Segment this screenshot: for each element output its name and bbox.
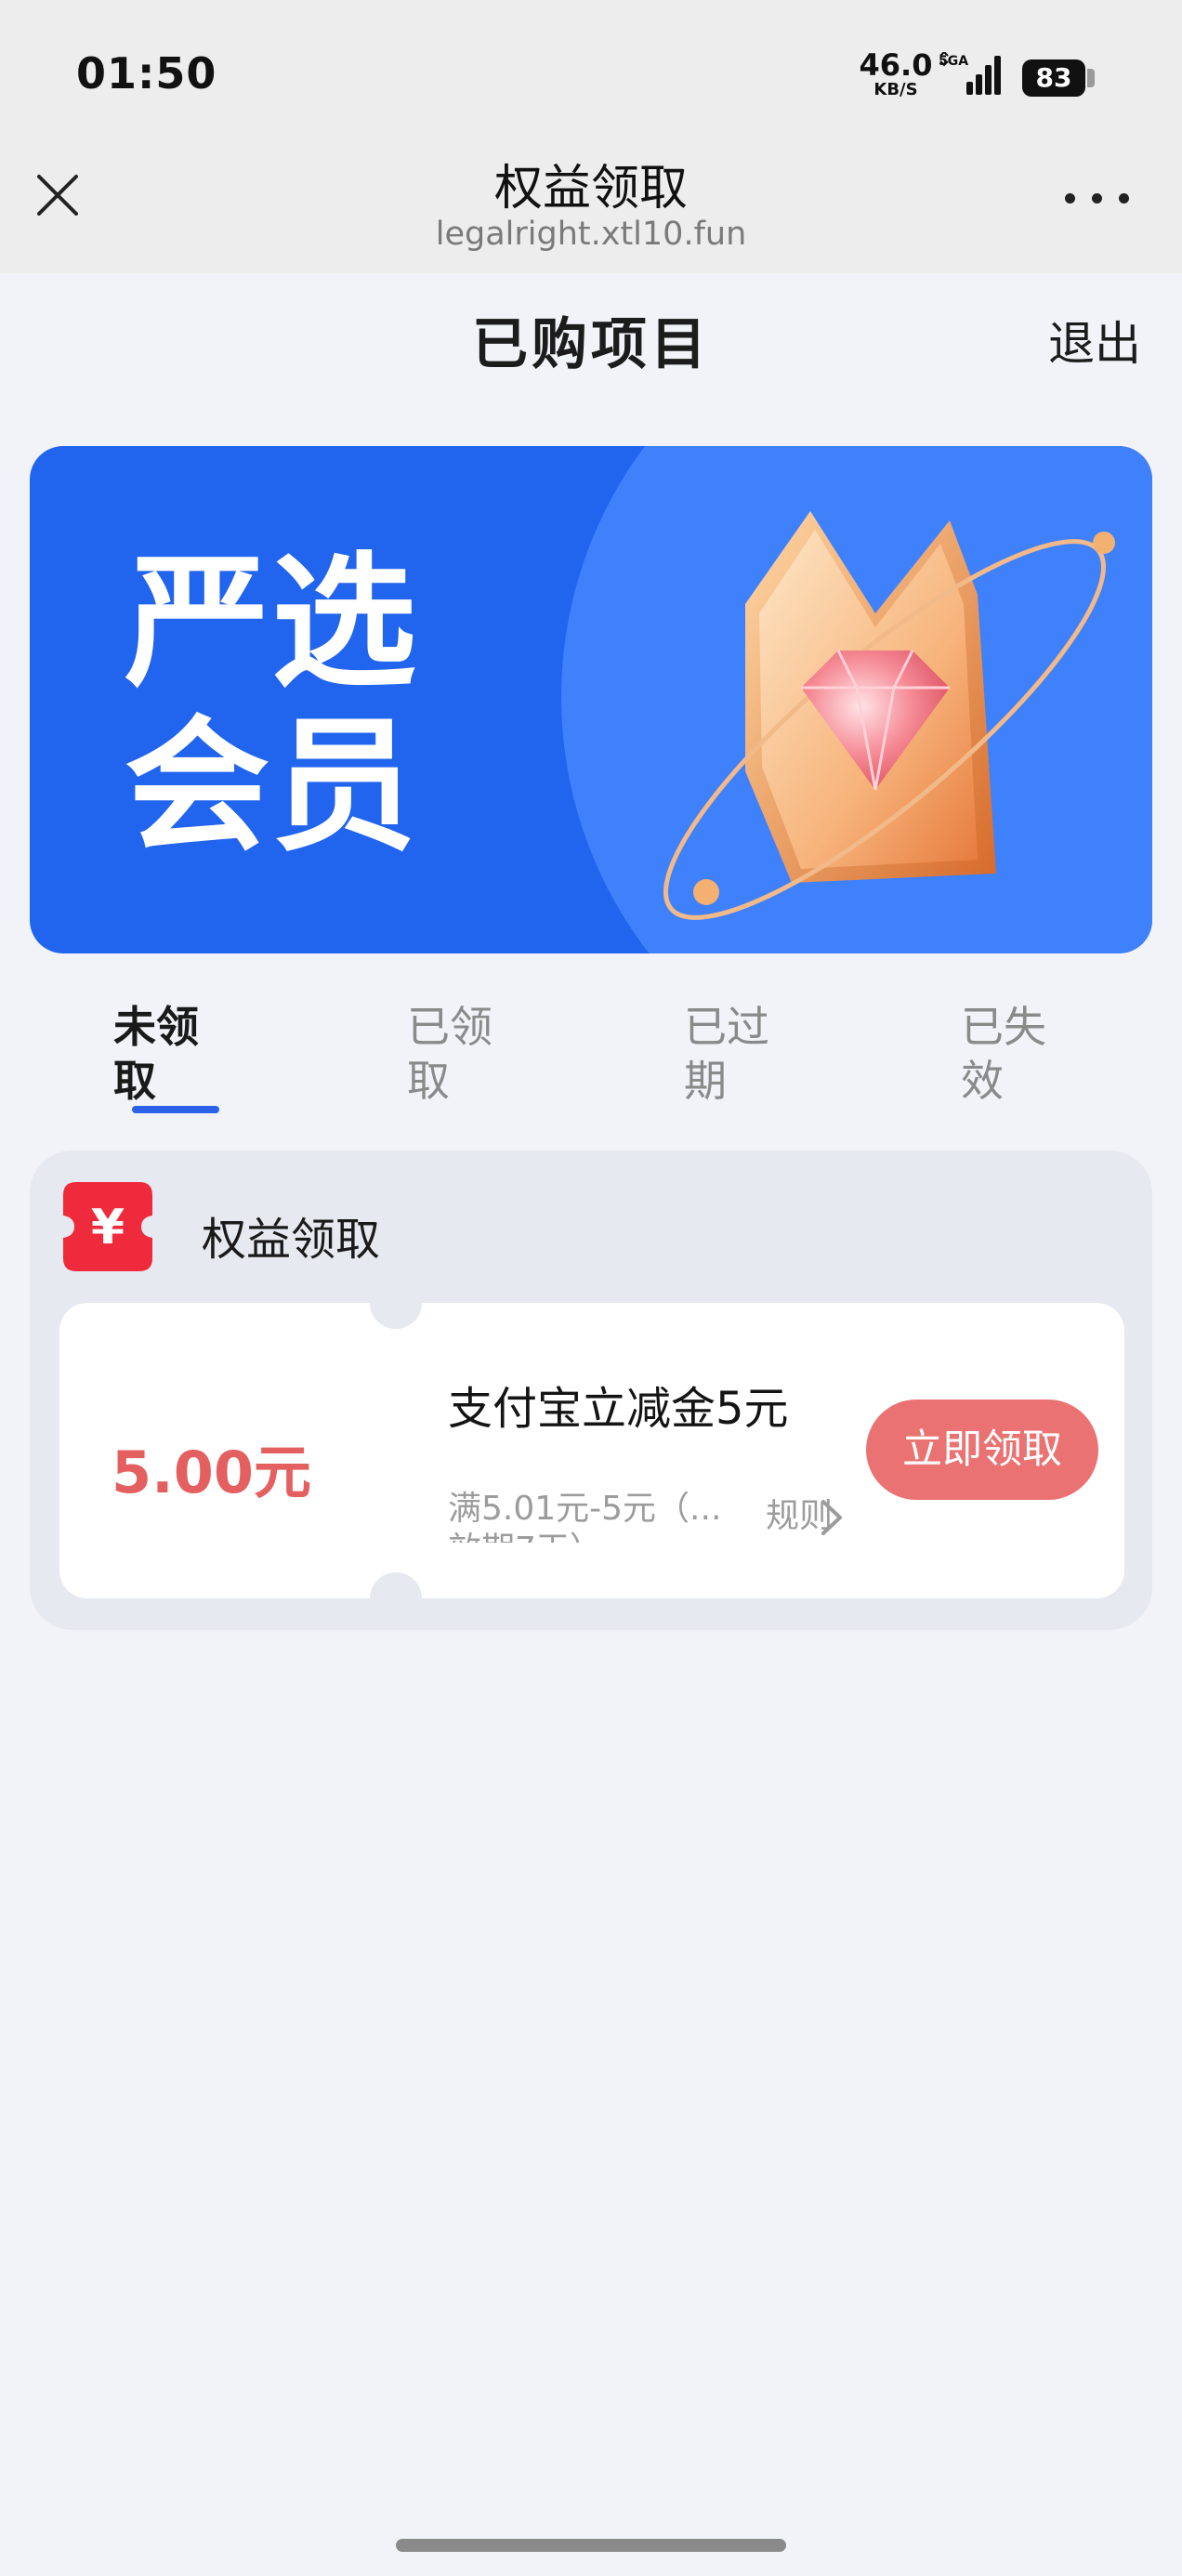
- home-indicator[interactable]: [396, 2539, 786, 2552]
- more-button[interactable]: [1065, 184, 1130, 212]
- banner-line-2: 会员: [125, 702, 418, 871]
- nav-url: legalright.xtl10.fun: [435, 216, 747, 253]
- net-speed-unit: KB/S: [873, 80, 918, 99]
- yen-icon: ¥: [63, 1182, 152, 1271]
- chevron-right-icon[interactable]: [818, 1496, 846, 1539]
- tab-bar: 未领 取 已领 取 已过 期 已失 效: [0, 1000, 1182, 1121]
- tab-label-line: 已过: [684, 1002, 769, 1052]
- coupon-title: 支付宝立减金5元: [448, 1383, 789, 1435]
- rights-card: ¥ 权益领取 5.00元 支付宝立减金5元 满5.01元-5元（... 效期7天…: [30, 1150, 1152, 1630]
- tab-unclaimed[interactable]: 未领 取: [113, 1000, 225, 1108]
- banner-text: 严选 会员: [125, 541, 418, 868]
- coupon-description: 满5.01元-5元（... 效期7天）: [448, 1490, 722, 1543]
- tab-label-line: 已失: [961, 1002, 1046, 1052]
- tab-claimed[interactable]: 已领 取: [407, 1000, 519, 1108]
- coupon-amount: 5.00元: [112, 1439, 311, 1506]
- tab-label-line: 已领: [407, 1002, 492, 1052]
- more-icon-dot: [1092, 193, 1102, 204]
- tab-active-indicator: [132, 1106, 219, 1113]
- section-title: 权益领取: [202, 1214, 381, 1266]
- status-time: 01:50: [76, 48, 217, 99]
- signal-icon: 5GA: [939, 52, 1001, 95]
- battery-indicator: 83: [1022, 59, 1085, 97]
- tab-label-line: 未领: [113, 1002, 199, 1052]
- coupon-notch: [370, 1277, 422, 1329]
- tab-label-line: 取: [407, 1056, 450, 1106]
- tab-label-line: 取: [113, 1056, 156, 1106]
- tab-invalid[interactable]: 已失 效: [961, 1000, 1072, 1108]
- net-speed: 46.0 KB/S: [859, 50, 933, 99]
- promo-banner[interactable]: 严选 会员: [30, 446, 1152, 953]
- page: 01:50 46.0 KB/S 5GA 83 权益领取 legalright.x…: [0, 0, 1182, 2576]
- status-bar: 01:50 46.0 KB/S 5GA 83: [0, 0, 1182, 139]
- nav-title: 权益领取: [493, 161, 688, 217]
- more-icon-dot: [1065, 193, 1075, 204]
- more-icon-dot: [1119, 193, 1129, 204]
- coupon-notch: [370, 1572, 422, 1624]
- tab-label-line: 效: [961, 1056, 1004, 1106]
- navbar: 权益领取 legalright.xtl10.fun: [0, 139, 1182, 273]
- logout-button[interactable]: 退出: [1048, 307, 1141, 374]
- net-speed-value: 46.0: [859, 47, 933, 83]
- close-icon[interactable]: [28, 165, 87, 225]
- crown-diamond-icon: [663, 511, 1115, 920]
- page-title: 已购项目: [472, 312, 710, 377]
- tab-expired[interactable]: 已过 期: [684, 1000, 795, 1108]
- coupon-card[interactable]: 5.00元 支付宝立减金5元 满5.01元-5元（... 效期7天） 规则 立即…: [59, 1277, 1124, 1624]
- yen-glyph: ¥: [91, 1200, 125, 1255]
- tab-label-line: 期: [684, 1056, 727, 1106]
- battery-cap: [1087, 69, 1095, 87]
- banner-line-1: 严选: [125, 538, 418, 707]
- signal-label: 5GA: [939, 54, 968, 69]
- claim-button[interactable]: 立即领取: [866, 1400, 1098, 1500]
